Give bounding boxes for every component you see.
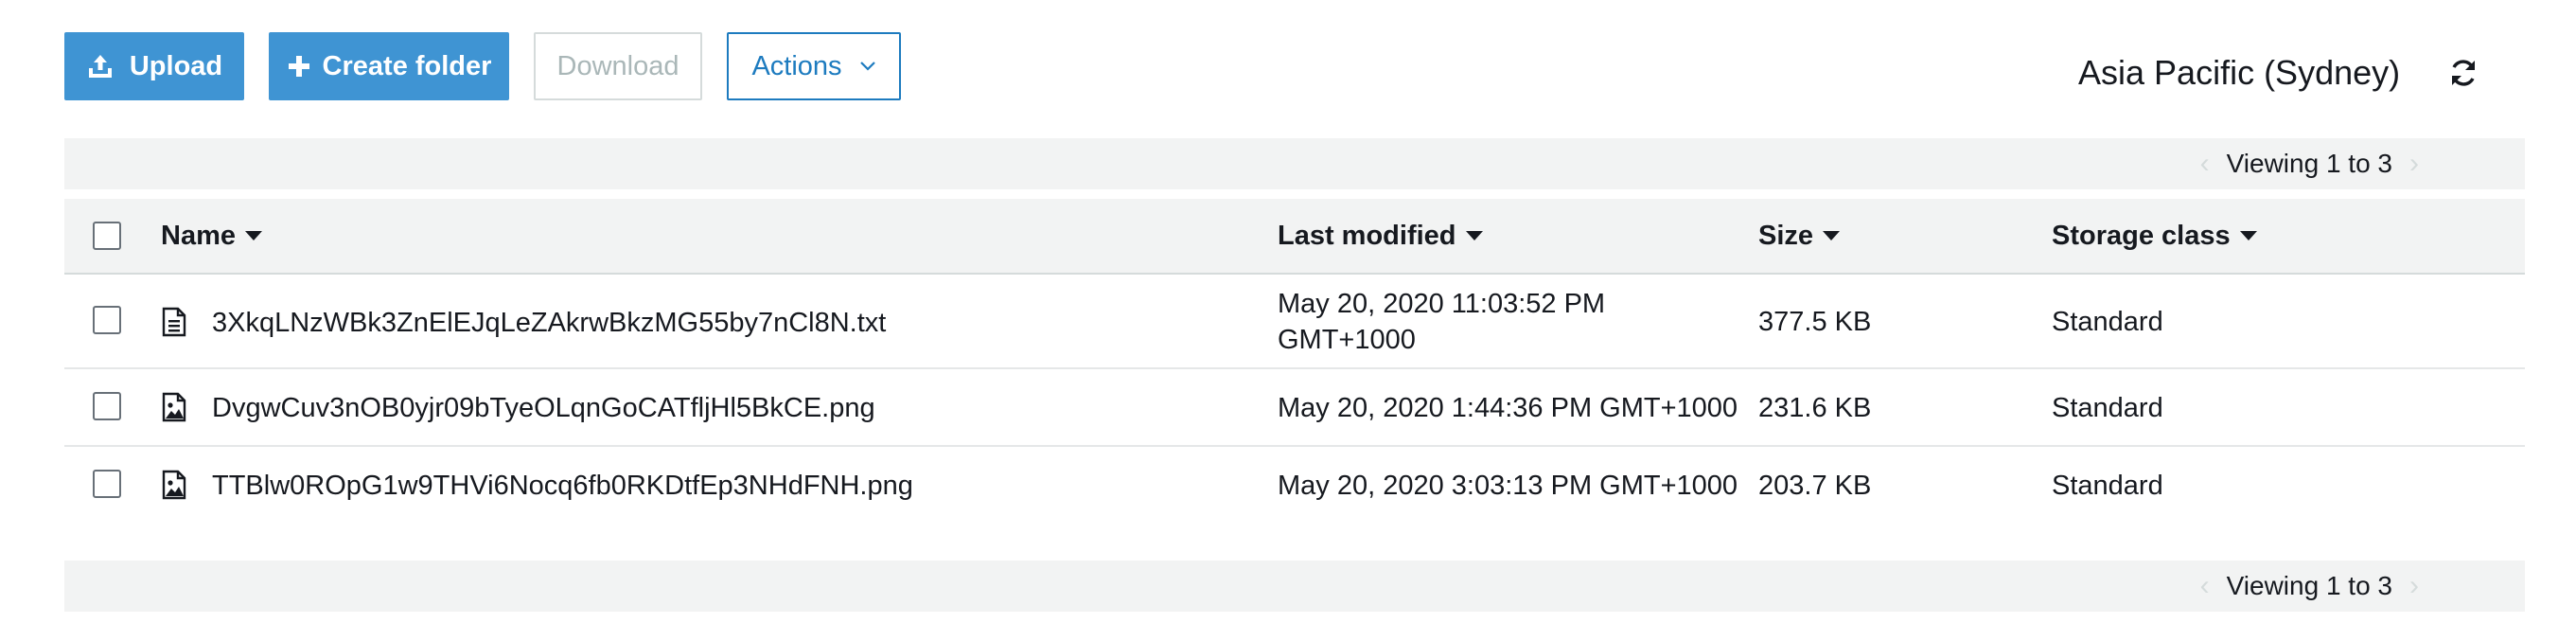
row-checkbox[interactable]: [93, 392, 121, 420]
column-header-last-modified[interactable]: Last modified: [1278, 199, 1483, 273]
select-all-checkbox[interactable]: [93, 222, 121, 250]
create-folder-label: Create folder: [322, 50, 492, 81]
pagination-bar-bottom: ‹ Viewing 1 to 3 ›: [64, 561, 2525, 612]
last-modified-cell: May 20, 2020 3:03:13 PM GMT+1000: [1278, 471, 1738, 501]
document-icon: [162, 307, 186, 337]
last-modified-cell: May 20, 2020 11:03:52 PM GMT+1000: [1278, 289, 1606, 355]
row-checkbox[interactable]: [93, 470, 121, 498]
pagination-bar-top: ‹ Viewing 1 to 3 ›: [64, 138, 2525, 189]
chevron-left-icon[interactable]: ‹: [2200, 570, 2210, 602]
chevron-right-icon[interactable]: ›: [2409, 570, 2419, 602]
column-header-storage-class[interactable]: Storage class: [2052, 199, 2257, 273]
pagination-bottom: ‹ Viewing 1 to 3 ›: [2200, 561, 2419, 612]
actions-dropdown-button[interactable]: Actions: [727, 32, 901, 100]
size-cell: 203.7 KB: [1758, 471, 1872, 501]
upload-icon: [86, 52, 115, 80]
create-folder-button[interactable]: Create folder: [269, 32, 509, 100]
last-modified-cell: May 20, 2020 1:44:36 PM GMT+1000: [1278, 393, 1738, 423]
chevron-down-icon: [859, 61, 876, 72]
column-header-name[interactable]: Name: [161, 199, 262, 273]
actions-label: Actions: [751, 50, 842, 81]
sort-caret-icon: [1823, 231, 1841, 240]
pagination-top: ‹ Viewing 1 to 3 ›: [2200, 138, 2419, 189]
refresh-icon[interactable]: [2447, 57, 2479, 89]
image-icon: [162, 392, 186, 422]
plus-icon: [287, 54, 311, 79]
download-button[interactable]: Download: [534, 32, 702, 100]
file-name-link[interactable]: DvgwCuv3nOB0yjr09bTyeOLqnGoCATfljHl5BkCE…: [212, 390, 875, 426]
row-checkbox[interactable]: [93, 306, 121, 334]
chevron-left-icon[interactable]: ‹: [2200, 148, 2210, 180]
region-label: Asia Pacific (Sydney): [2078, 53, 2401, 92]
size-cell: 377.5 KB: [1758, 307, 1872, 337]
viewing-range-bottom: Viewing 1 to 3: [2226, 571, 2392, 600]
upload-button[interactable]: Upload: [64, 32, 244, 100]
storage-class-cell: Standard: [2052, 307, 2163, 337]
storage-class-cell: Standard: [2052, 393, 2163, 423]
file-name-link[interactable]: TTBlw0ROpG1w9THVi6Nocq6fb0RKDtfEp3NHdFNH…: [212, 468, 913, 504]
chevron-right-icon[interactable]: ›: [2409, 148, 2419, 180]
download-label: Download: [556, 50, 679, 81]
sort-caret-icon: [2239, 231, 2257, 240]
upload-label: Upload: [129, 50, 223, 81]
column-header-size[interactable]: Size: [1758, 199, 1841, 273]
size-cell: 231.6 KB: [1758, 393, 1872, 423]
table-header: Name Last modified Size Storage class: [64, 199, 2525, 275]
file-name-link[interactable]: 3XkqLNzWBk3ZnElEJqLeZAkrwBkzMG55by7nCl8N…: [212, 305, 886, 341]
sort-caret-icon: [245, 231, 262, 240]
sort-caret-icon: [1465, 231, 1483, 240]
storage-class-cell: Standard: [2052, 471, 2163, 501]
viewing-range-top: Viewing 1 to 3: [2226, 149, 2392, 178]
table-row[interactable]: 3XkqLNzWBk3ZnElEJqLeZAkrwBkzMG55by7nCl8N…: [64, 275, 2525, 369]
table-row[interactable]: TTBlw0ROpG1w9THVi6Nocq6fb0RKDtfEp3NHdFNH…: [64, 447, 2525, 525]
image-icon: [162, 470, 186, 500]
table-row[interactable]: DvgwCuv3nOB0yjr09bTyeOLqnGoCATfljHl5BkCE…: [64, 369, 2525, 447]
